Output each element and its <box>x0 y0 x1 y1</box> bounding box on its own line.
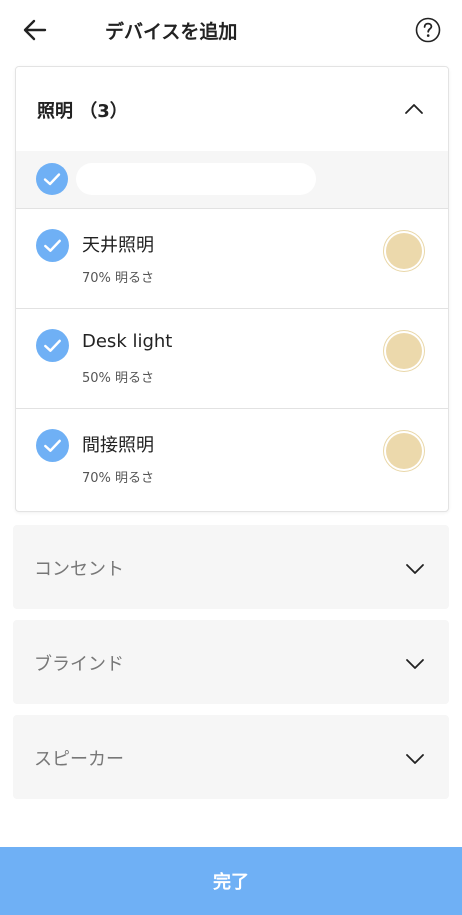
lighting-category-header[interactable]: 照明 （3） <box>16 67 448 151</box>
device-status: 50% 明るさ <box>82 371 155 386</box>
category-speaker[interactable]: スピーカー <box>13 715 449 799</box>
chevron-up-icon <box>405 104 423 114</box>
lighting-category-card: 照明 （3） 天井照明 70% 明るさ Desk light 50% 明るさ 間… <box>15 66 449 512</box>
done-button[interactable]: 完了 <box>0 847 462 915</box>
arrow-left-icon <box>23 19 47 41</box>
check-circle-icon[interactable] <box>36 229 69 262</box>
question-circle-icon[interactable] <box>415 17 441 43</box>
redacted-group-name <box>76 163 316 195</box>
chevron-down-icon <box>406 659 424 669</box>
page-title: デバイスを追加 <box>105 21 238 43</box>
lighting-category-title: 照明 （3） <box>37 101 128 122</box>
group-select-row <box>16 151 448 208</box>
top-bar: デバイスを追加 <box>0 0 462 60</box>
device-row-indirect-light[interactable]: 間接照明 70% 明るさ <box>16 408 448 508</box>
chevron-down-icon <box>406 754 424 764</box>
category-outlet[interactable]: コンセント <box>13 525 449 609</box>
device-row-ceiling-light[interactable]: 天井照明 70% 明るさ <box>16 208 448 308</box>
device-name: 天井照明 <box>82 235 154 256</box>
device-status: 70% 明るさ <box>82 271 155 286</box>
bulb-icon <box>386 433 422 469</box>
chevron-down-icon <box>406 564 424 574</box>
category-blinds[interactable]: ブラインド <box>13 620 449 704</box>
bulb-icon <box>386 233 422 269</box>
device-row-desk-light[interactable]: Desk light 50% 明るさ <box>16 308 448 408</box>
check-circle-icon[interactable] <box>36 329 69 362</box>
device-name: Desk light <box>82 331 173 352</box>
device-status: 70% 明るさ <box>82 471 155 486</box>
category-label: スピーカー <box>34 749 124 770</box>
back-button[interactable] <box>18 14 52 46</box>
category-label: ブラインド <box>34 654 124 675</box>
bulb-icon <box>386 333 422 369</box>
check-circle-icon[interactable] <box>36 163 68 195</box>
category-label: コンセント <box>34 559 124 580</box>
device-name: 間接照明 <box>82 435 154 456</box>
check-circle-icon[interactable] <box>36 429 69 462</box>
